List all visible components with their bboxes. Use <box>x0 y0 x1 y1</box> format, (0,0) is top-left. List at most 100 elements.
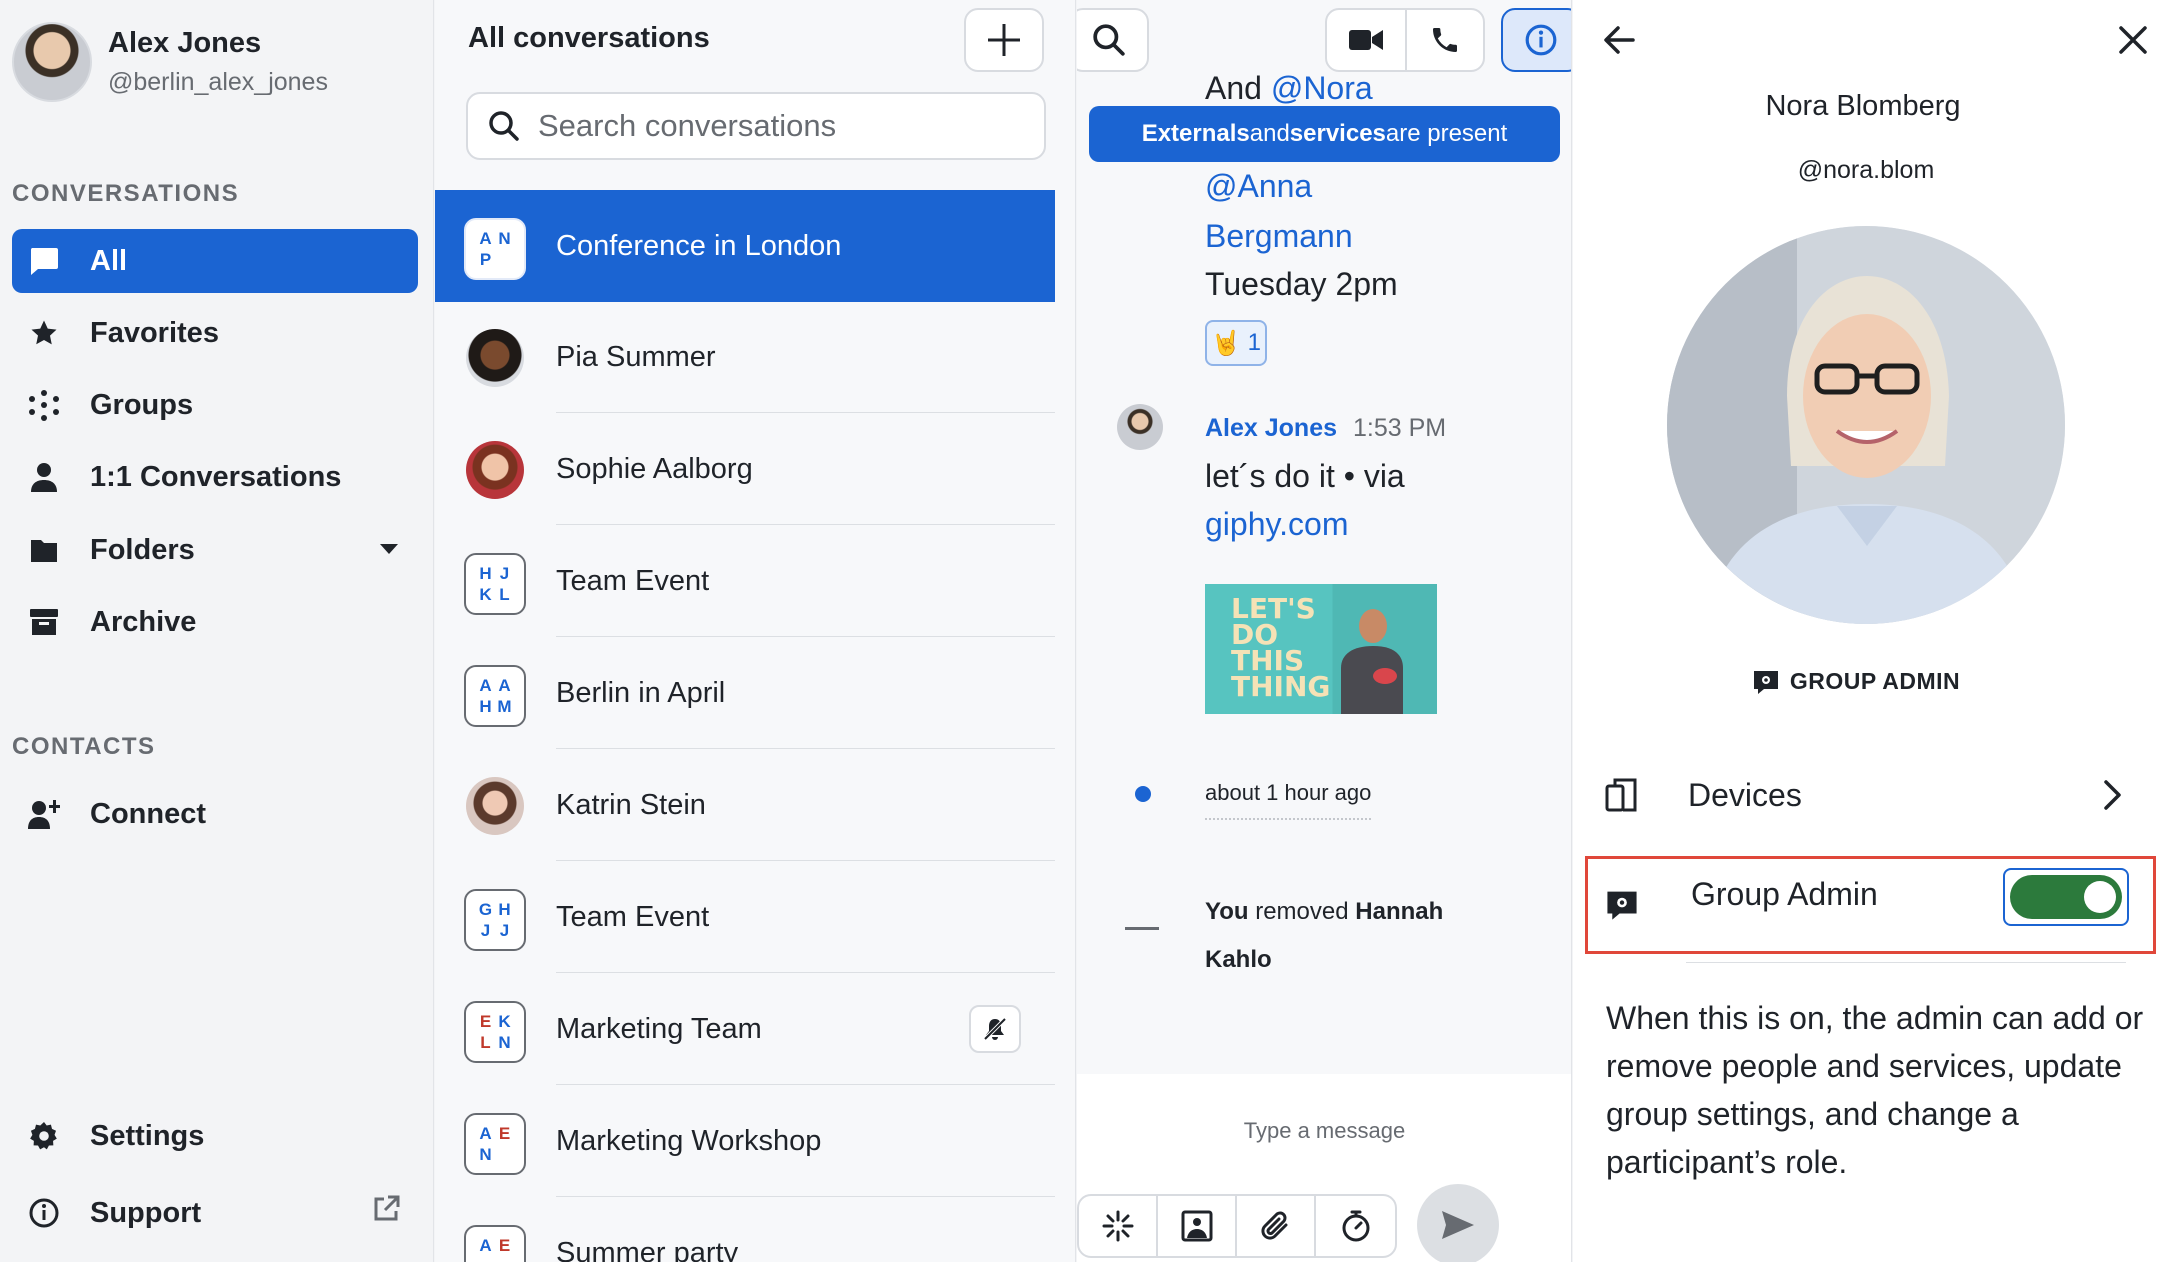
conversation-item-marketing-team[interactable]: EKLN Marketing Team <box>435 973 1055 1085</box>
conversation-item-marketing-workshop[interactable]: AEN Marketing Workshop <box>435 1085 1055 1197</box>
participant-avatar <box>1667 226 2065 624</box>
sidebar-item-label: Groups <box>90 388 194 421</box>
chat-panel: And @Nora Externals and services are pre… <box>1077 0 1572 1262</box>
sidebar-item-favorites[interactable]: Favorites <box>12 301 418 365</box>
avatar <box>466 777 524 835</box>
add-person-icon <box>26 796 62 832</box>
admin-shield-icon <box>1753 670 1778 694</box>
sidebar-item-one-to-one[interactable]: 1:1 Conversations <box>12 445 418 509</box>
star-icon <box>26 315 62 351</box>
reaction-count: 1 <box>1247 329 1261 356</box>
group-avatar: HJKL <box>464 553 526 615</box>
image-icon <box>1181 1210 1212 1242</box>
giphy-link[interactable]: giphy.com <box>1205 500 1348 548</box>
sidebar-item-groups[interactable]: Groups <box>12 373 418 437</box>
conversation-name: Marketing Team <box>556 1012 762 1045</box>
search-box[interactable] <box>466 92 1046 160</box>
message-status: about 1 hour ago <box>1205 780 1372 820</box>
close-button[interactable] <box>2109 16 2157 64</box>
new-conversation-button[interactable] <box>964 8 1044 72</box>
user-avatar[interactable] <box>12 22 92 102</box>
send-button[interactable] <box>1417 1184 1499 1262</box>
video-camera-icon <box>1349 30 1383 50</box>
conversation-item-team-event[interactable]: HJKL Team Event <box>435 525 1055 637</box>
conversation-item-sophie-aalborg[interactable]: Sophie Aalborg <box>435 413 1055 525</box>
conversation-list-title: All conversations <box>468 22 710 54</box>
conversation-info-button[interactable] <box>1501 8 1571 72</box>
rock-hand-emoji: 🤘 <box>1211 329 1241 357</box>
conversation-item-conference-in-london[interactable]: ANP Conference in London <box>435 190 1055 302</box>
message-sender[interactable]: Alex Jones <box>1205 414 1337 443</box>
conversation-name: Marketing Workshop <box>556 1124 822 1157</box>
contacts-section-title: CONTACTS <box>12 733 156 760</box>
group-admin-toggle[interactable] <box>2003 868 2129 926</box>
close-icon <box>2119 26 2147 54</box>
connect-label: Connect <box>90 797 206 830</box>
groups-icon <box>26 387 62 423</box>
search-input[interactable] <box>538 108 1018 144</box>
image-upload-button[interactable] <box>1158 1196 1237 1256</box>
group-admin-label: Group Admin <box>1691 876 1878 912</box>
devices-row[interactable]: Devices <box>1573 760 2180 830</box>
timed-message-button[interactable] <box>1316 1196 1395 1256</box>
video-call-button[interactable] <box>1325 8 1407 72</box>
sidebar-item-label: Favorites <box>90 316 219 349</box>
info-icon <box>26 1195 62 1231</box>
status-dot <box>1135 786 1151 802</box>
ping-icon <box>1102 1210 1133 1242</box>
conversation-item-katrin-stein[interactable]: Katrin Stein <box>435 749 1055 861</box>
folder-icon <box>26 532 62 568</box>
conversation-name: Pia Summer <box>556 340 716 373</box>
devices-label: Devices <box>1688 776 1802 813</box>
user-name: Alex Jones <box>108 27 262 59</box>
conversation-name: Conference in London <box>556 229 842 262</box>
gear-icon <box>26 1118 62 1154</box>
mention-anna[interactable]: @Anna <box>1205 162 1312 210</box>
role-badge: GROUP ADMIN <box>1573 668 2139 695</box>
sidebar-item-connect[interactable]: Connect <box>12 782 418 846</box>
sidebar-item-archive[interactable]: Archive <box>12 590 418 654</box>
chat-search-button[interactable] <box>1077 8 1149 72</box>
message-input[interactable] <box>1077 1118 1571 1144</box>
message-composer <box>1077 1074 1571 1262</box>
reaction-badge[interactable]: 🤘 1 <box>1205 320 1267 366</box>
chevron-down-icon[interactable] <box>380 544 398 554</box>
message-text-line: And @Nora <box>1205 70 1373 106</box>
mention-bergmann[interactable]: Bergmann <box>1205 212 1353 260</box>
conversation-item-team-event-2[interactable]: GHJJ Team Event <box>435 861 1055 973</box>
conversation-item-berlin-in-april[interactable]: AAHM Berlin in April <box>435 637 1055 749</box>
user-profile[interactable]: Alex Jones @berlin_alex_jones <box>12 22 328 102</box>
conversation-item-summer-party[interactable]: AE Summer party <box>435 1197 1055 1262</box>
devices-icon <box>1605 778 1637 812</box>
conversation-item-pia-summer[interactable]: Pia Summer <box>435 301 1055 413</box>
group-avatar: GHJJ <box>464 889 526 951</box>
group-admin-description: When this is on, the admin can add or re… <box>1606 1000 2144 1180</box>
chat-bubble-icon <box>26 243 62 279</box>
avatar[interactable] <box>1117 404 1163 450</box>
info-icon <box>1525 24 1557 56</box>
search-icon <box>1093 24 1125 56</box>
sidebar-item-all[interactable]: All <box>12 229 418 293</box>
conversation-list: All conversations ANP Conference in Lond… <box>435 0 1076 1262</box>
support-label: Support <box>90 1196 202 1229</box>
sidebar-item-label: Archive <box>90 605 197 638</box>
sidebar-item-label: Folders <box>90 533 195 566</box>
muted-badge[interactable] <box>969 1005 1021 1053</box>
sidebar-item-folders[interactable]: Folders <box>12 518 418 582</box>
user-handle: @berlin_alex_jones <box>108 68 328 96</box>
sidebar-item-settings[interactable]: Settings <box>12 1104 418 1168</box>
group-avatar: EKLN <box>464 1001 526 1063</box>
gif-caption: LET'S DO THIS THING <box>1231 592 1331 703</box>
message-text-line: Tuesday 2pm <box>1205 266 1398 302</box>
audio-call-button[interactable] <box>1405 8 1485 72</box>
toggle-track <box>2010 875 2122 919</box>
back-button[interactable] <box>1595 16 1643 64</box>
toggle-knob <box>2084 881 2116 913</box>
attachment-button[interactable] <box>1237 1196 1316 1256</box>
admin-shield-icon <box>1607 891 1637 920</box>
avatar <box>466 441 524 499</box>
ping-button[interactable] <box>1079 1196 1158 1256</box>
sidebar-item-support[interactable]: Support <box>12 1181 418 1245</box>
gif-image[interactable]: LET'S DO THIS THING <box>1205 584 1437 714</box>
group-avatar: ANP <box>464 218 526 280</box>
